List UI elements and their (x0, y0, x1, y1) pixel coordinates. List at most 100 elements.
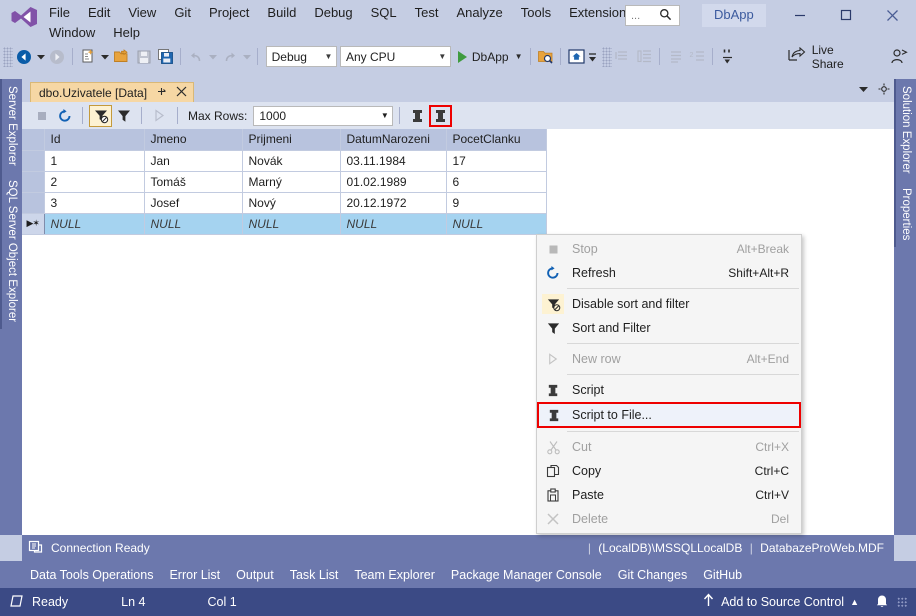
new-item-icon[interactable] (77, 46, 99, 67)
menu-window[interactable]: Window (40, 22, 104, 44)
solution-platform-combo[interactable]: Any CPU ▼ (339, 46, 451, 67)
notifications-icon[interactable] (875, 593, 889, 611)
new-row-selector[interactable]: ▶✶ (22, 213, 45, 235)
context-menu-item-sort-and-filter[interactable]: Sort and Filter (537, 316, 801, 340)
find-in-files-icon[interactable] (535, 46, 557, 67)
tab-github[interactable]: GitHub (695, 564, 750, 586)
window-minimize-button[interactable] (777, 0, 823, 30)
start-debugging-button[interactable]: DbApp ▼ (455, 46, 526, 67)
sidebar-item-server-explorer[interactable]: Server Explorer (0, 79, 22, 173)
new-cell-id[interactable]: NULL (44, 213, 145, 235)
context-menu-item-script[interactable]: Script (537, 378, 801, 402)
new-cell-prijmeni[interactable]: NULL (242, 213, 341, 235)
navigate-back-icon[interactable] (13, 46, 35, 67)
row-selector[interactable] (22, 150, 45, 172)
solution-home-icon[interactable] (565, 46, 587, 67)
cell-id[interactable]: 3 (44, 192, 145, 214)
resize-grip[interactable] (897, 596, 908, 608)
menu-test[interactable]: Test (406, 2, 448, 24)
menu-sql[interactable]: SQL (362, 2, 406, 24)
window-maximize-button[interactable] (823, 0, 869, 30)
window-close-button[interactable] (869, 0, 915, 30)
cell-jmeno[interactable]: Tomáš (144, 171, 243, 193)
menu-edit[interactable]: Edit (79, 2, 119, 24)
table-row[interactable]: 2 Tomáš Marný 01.02.1989 6 (22, 171, 547, 193)
menu-file[interactable]: File (40, 2, 79, 24)
cell-id[interactable]: 1 (44, 150, 145, 172)
save-all-icon[interactable] (155, 46, 177, 67)
cell-jmeno[interactable]: Josef (144, 192, 243, 214)
new-row[interactable]: ▶✶ NULL NULL NULL NULL NULL (22, 213, 547, 235)
new-cell-datumnarozeni[interactable]: NULL (340, 213, 447, 235)
tab-package-manager-console[interactable]: Package Manager Console (443, 564, 610, 586)
toolbar-grip[interactable] (3, 46, 13, 67)
script-to-file-icon[interactable] (429, 104, 453, 127)
menu-tools[interactable]: Tools (512, 2, 560, 24)
script-icon[interactable] (406, 105, 429, 127)
tab-output[interactable]: Output (228, 564, 282, 586)
cell-prijmeni[interactable]: Novák (242, 150, 341, 172)
menu-build[interactable]: Build (258, 2, 305, 24)
navigate-back-dropdown[interactable] (35, 46, 47, 67)
send-feedback-icon[interactable] (888, 46, 910, 67)
menu-analyze[interactable]: Analyze (448, 2, 512, 24)
close-tab-icon[interactable] (176, 85, 187, 100)
column-header-pocetclanku[interactable]: PocetClanku (446, 129, 547, 151)
solution-home-dropdown[interactable] (587, 46, 599, 67)
pin-icon[interactable] (156, 86, 167, 100)
sort-filter-icon[interactable] (112, 105, 135, 127)
add-to-source-control-button[interactable]: Add to Source Control (721, 595, 844, 609)
cell-id[interactable]: 2 (44, 171, 145, 193)
table-row[interactable]: 1 Jan Novák 03.11.1984 17 (22, 150, 547, 172)
row-selector[interactable] (22, 192, 45, 214)
sidebar-item-properties[interactable]: Properties (894, 180, 916, 247)
cell-prijmeni[interactable]: Marný (242, 171, 341, 193)
cell-pocetclanku[interactable]: 6 (446, 171, 547, 193)
cell-prijmeni[interactable]: Nový (242, 192, 341, 214)
context-menu-item-refresh[interactable]: Refresh Shift+Alt+R (537, 261, 801, 285)
solution-configuration-combo[interactable]: Debug ▼ (265, 46, 337, 67)
context-menu-item-paste[interactable]: Paste Ctrl+V (537, 483, 801, 507)
tab-team-explorer[interactable]: Team Explorer (346, 564, 443, 586)
search-box[interactable]: ... (625, 5, 680, 26)
tab-dbo-uzivatele-data[interactable]: dbo.Uzivatele [Data] (30, 82, 195, 102)
cell-pocetclanku[interactable]: 17 (446, 150, 547, 172)
sidebar-item-sql-server-object-explorer[interactable]: SQL Server Object Explorer (0, 172, 22, 329)
cell-pocetclanku[interactable]: 9 (446, 192, 547, 214)
column-header-jmeno[interactable]: Jmeno (144, 129, 243, 151)
tab-data-tools-operations[interactable]: Data Tools Operations (22, 564, 161, 586)
menu-git[interactable]: Git (165, 2, 200, 24)
column-header-datumnarozeni[interactable]: DatumNarozeni (340, 129, 447, 151)
menu-project[interactable]: Project (200, 2, 258, 24)
tab-git-changes[interactable]: Git Changes (610, 564, 695, 586)
tab-error-list[interactable]: Error List (161, 564, 228, 586)
new-item-dropdown[interactable] (99, 46, 111, 67)
menu-debug[interactable]: Debug (305, 2, 361, 24)
sidebar-item-solution-explorer[interactable]: Solution Explorer (894, 79, 916, 181)
new-cell-jmeno[interactable]: NULL (144, 213, 243, 235)
new-cell-pocetclanku[interactable]: NULL (446, 213, 547, 235)
chevron-up-icon[interactable]: ▲ (850, 597, 859, 607)
disable-sort-filter-icon[interactable] (89, 104, 112, 127)
open-file-icon[interactable] (111, 46, 133, 67)
tab-task-list[interactable]: Task List (282, 564, 347, 586)
refresh-icon[interactable] (53, 105, 76, 127)
grid-corner-header[interactable] (22, 129, 45, 151)
context-menu-item-disable-sort-and-filter[interactable]: Disable sort and filter (537, 292, 801, 316)
cell-jmeno[interactable]: Jan (144, 150, 243, 172)
row-selector[interactable] (22, 171, 45, 193)
cell-datumnarozeni[interactable]: 20.12.1972 (340, 192, 447, 214)
cell-datumnarozeni[interactable]: 03.11.1984 (340, 150, 447, 172)
tab-menu-icon[interactable] (878, 83, 890, 98)
context-menu-item-script-to-file[interactable]: Script to File... (537, 402, 801, 428)
live-share-button[interactable]: Live Share (781, 43, 875, 71)
bookmark-icon[interactable] (717, 46, 739, 67)
table-row[interactable]: 3 Josef Nový 20.12.1972 9 (22, 192, 547, 214)
context-menu-item-copy[interactable]: Copy Ctrl+C (537, 459, 801, 483)
tab-list-icon[interactable] (858, 84, 869, 98)
cell-datumnarozeni[interactable]: 01.02.1989 (340, 171, 447, 193)
column-header-id[interactable]: Id (44, 129, 145, 151)
toolbar-grip-2[interactable] (601, 46, 612, 67)
column-header-prijmeni[interactable]: Prijmeni (242, 129, 341, 151)
menu-help[interactable]: Help (104, 22, 149, 44)
